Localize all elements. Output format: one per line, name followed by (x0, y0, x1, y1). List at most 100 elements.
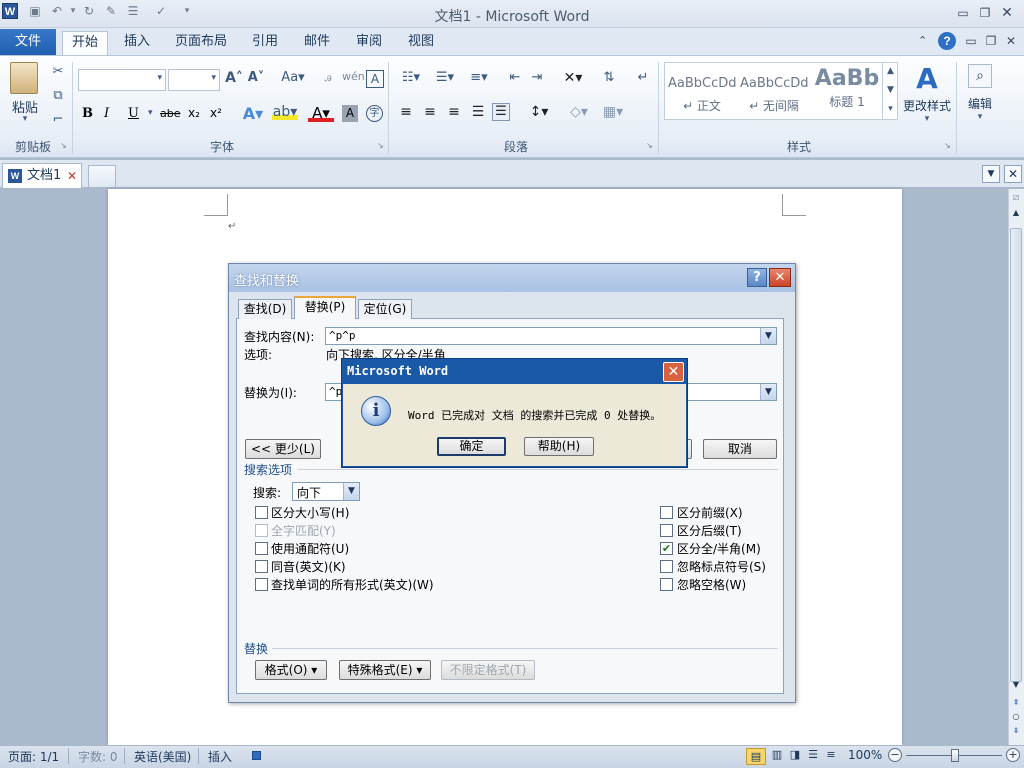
font-size-combo[interactable]: ▾ (168, 69, 220, 91)
cancel-button[interactable]: 取消 (703, 439, 777, 459)
align-right-icon[interactable]: ≡ (446, 104, 462, 120)
full-screen-reading-icon[interactable]: ▥ (768, 748, 786, 761)
copy-icon[interactable]: ⧉ (50, 88, 66, 103)
chevron-down-icon[interactable]: ▼ (760, 328, 776, 344)
char-shading-icon[interactable]: A (342, 105, 358, 122)
help-button[interactable]: 帮助(H) (524, 437, 594, 456)
doc-close-icon[interactable]: ✕ (1002, 33, 1020, 49)
edit-button[interactable]: 编辑 (964, 95, 996, 112)
checkbox-wildcards[interactable] (255, 542, 268, 555)
document-tab[interactable]: W 文档1 ✕ (2, 163, 82, 188)
close-tab-icon[interactable]: ✕ (67, 164, 77, 188)
multilevel-list-icon[interactable]: ≡▾ (466, 70, 492, 85)
chinese-layout-icon[interactable]: ✕▾ (560, 70, 586, 86)
cut-icon[interactable]: ✂ (50, 64, 66, 79)
style-normal[interactable]: AaBbCcDd ↵ 正文 (668, 66, 737, 118)
binoculars-icon[interactable]: ⌕ (968, 64, 992, 88)
tab-find[interactable]: 查找(D) (238, 299, 292, 319)
checkbox-ignore-space[interactable] (660, 578, 673, 591)
doc-minimize-icon[interactable]: ▭ (962, 33, 980, 49)
numbering-icon[interactable]: ☰▾ (432, 70, 458, 85)
close-all-tabs-icon[interactable]: ✕ (1004, 165, 1022, 183)
checkbox-sounds-like[interactable] (255, 560, 268, 573)
paste-icon[interactable] (10, 62, 38, 94)
font-name-combo[interactable]: ▾ (78, 69, 166, 91)
ok-button[interactable]: 确定 (437, 437, 506, 456)
underline-button[interactable]: U (128, 106, 142, 121)
subscript-button[interactable]: x₂ (188, 106, 200, 120)
zoom-level[interactable]: 100% (848, 748, 882, 762)
prev-page-icon[interactable]: ⇞ (1010, 698, 1022, 707)
paste-dropdown-icon[interactable]: ▾ (18, 114, 32, 124)
checkbox-match-suffix[interactable] (660, 524, 673, 537)
edit-dropdown-icon[interactable]: ▾ (974, 112, 986, 122)
style-heading1[interactable]: AaBb 标题 1 (812, 66, 882, 118)
checkbox-match-width[interactable]: ✔ (660, 542, 673, 555)
checkbox-ignore-punct[interactable] (660, 560, 673, 573)
format-painter-brush-icon[interactable]: ⌐ (50, 112, 66, 127)
grow-font-icon[interactable]: A˄ (224, 70, 244, 86)
checkbox-match-case[interactable] (255, 506, 268, 519)
less-button[interactable]: << 更少(L) (245, 439, 321, 459)
tab-references[interactable]: 引用 (246, 31, 284, 55)
close-window-icon[interactable]: ✕ (998, 5, 1016, 21)
macro-record-icon[interactable] (252, 751, 261, 760)
change-styles-button[interactable]: 更改样式 (900, 97, 954, 114)
tab-goto[interactable]: 定位(G) (358, 299, 412, 319)
superscript-button[interactable]: x² (210, 106, 222, 120)
change-styles-icon[interactable]: A (912, 62, 942, 95)
status-page[interactable]: 页面: 1/1 (8, 748, 59, 765)
clear-format-icon[interactable]: ꭿ (318, 70, 338, 85)
strikethrough-button[interactable]: abe (160, 107, 181, 120)
bold-button[interactable]: B (82, 106, 96, 121)
phonetic-guide-icon[interactable]: wén (342, 70, 365, 83)
sort-icon[interactable]: ⇅ (600, 70, 618, 85)
no-formatting-button[interactable]: 不限定格式(T) (441, 660, 535, 680)
italic-button[interactable]: I (104, 106, 118, 121)
chevron-down-icon[interactable]: ▼ (343, 483, 359, 500)
increase-indent-icon[interactable]: ⇥ (528, 70, 546, 85)
style-no-spacing[interactable]: AaBbCcDd ↵ 无间隔 (740, 66, 809, 118)
dialog-close-icon[interactable]: ✕ (769, 268, 791, 287)
new-tab-button[interactable] (88, 165, 116, 187)
zoom-out-icon[interactable]: − (888, 748, 902, 762)
shading-icon[interactable]: ◇▾ (566, 104, 592, 120)
change-case-icon[interactable]: Aa▾ (280, 70, 306, 85)
text-effects-icon[interactable]: A▾ (240, 104, 266, 123)
shrink-font-icon[interactable]: A˅ (246, 70, 266, 85)
outline-view-icon[interactable]: ☰ (804, 748, 822, 761)
scroll-up-icon[interactable]: ▲ (1010, 208, 1022, 217)
tab-home[interactable]: 开始 (62, 31, 108, 55)
doc-restore-icon[interactable]: ❐ (982, 33, 1000, 49)
find-what-input[interactable]: ^p^p ▼ (325, 327, 777, 345)
status-insert-mode[interactable]: 插入 (208, 748, 232, 765)
font-launcher-icon[interactable]: ↘ (377, 141, 384, 150)
restore-icon[interactable]: ❐ (976, 5, 994, 21)
tab-review[interactable]: 审阅 (350, 31, 388, 55)
chevron-down-icon[interactable]: ▼ (760, 384, 776, 400)
special-button[interactable]: 特殊格式(E) ▾ (339, 660, 431, 680)
gallery-scroll[interactable]: ▲ ▼ ▾ (882, 62, 898, 120)
scroll-thumb[interactable] (1010, 228, 1022, 682)
tab-list-dropdown-icon[interactable]: ▼ (982, 165, 1000, 183)
ruler-toggle-icon[interactable]: ⧄ (1010, 192, 1022, 204)
tab-file[interactable]: 文件 (0, 29, 56, 55)
draft-view-icon[interactable]: ≡ (822, 748, 840, 761)
print-layout-icon[interactable]: ▤ (746, 748, 766, 765)
tab-mailings[interactable]: 邮件 (298, 31, 336, 55)
collapse-ribbon-icon[interactable]: ⌃ (918, 34, 932, 47)
next-page-icon[interactable]: ⇟ (1010, 726, 1022, 735)
enclose-char-icon[interactable]: 字 (366, 105, 383, 122)
zoom-slider-thumb[interactable] (951, 749, 959, 762)
minimize-icon[interactable]: ▭ (954, 5, 972, 21)
distributed-icon[interactable]: ☰ (492, 103, 510, 121)
tab-replace[interactable]: 替换(P) (294, 296, 356, 319)
browse-object-icon[interactable]: ○ (1010, 712, 1022, 721)
checkbox-match-prefix[interactable] (660, 506, 673, 519)
justify-icon[interactable]: ☰ (470, 104, 486, 120)
zoom-in-icon[interactable]: + (1006, 748, 1020, 762)
status-words[interactable]: 字数: 0 (78, 748, 118, 765)
borders-icon[interactable]: ▦▾ (600, 104, 626, 120)
scroll-down-icon[interactable]: ▼ (1010, 680, 1022, 689)
tab-view[interactable]: 视图 (402, 31, 440, 55)
